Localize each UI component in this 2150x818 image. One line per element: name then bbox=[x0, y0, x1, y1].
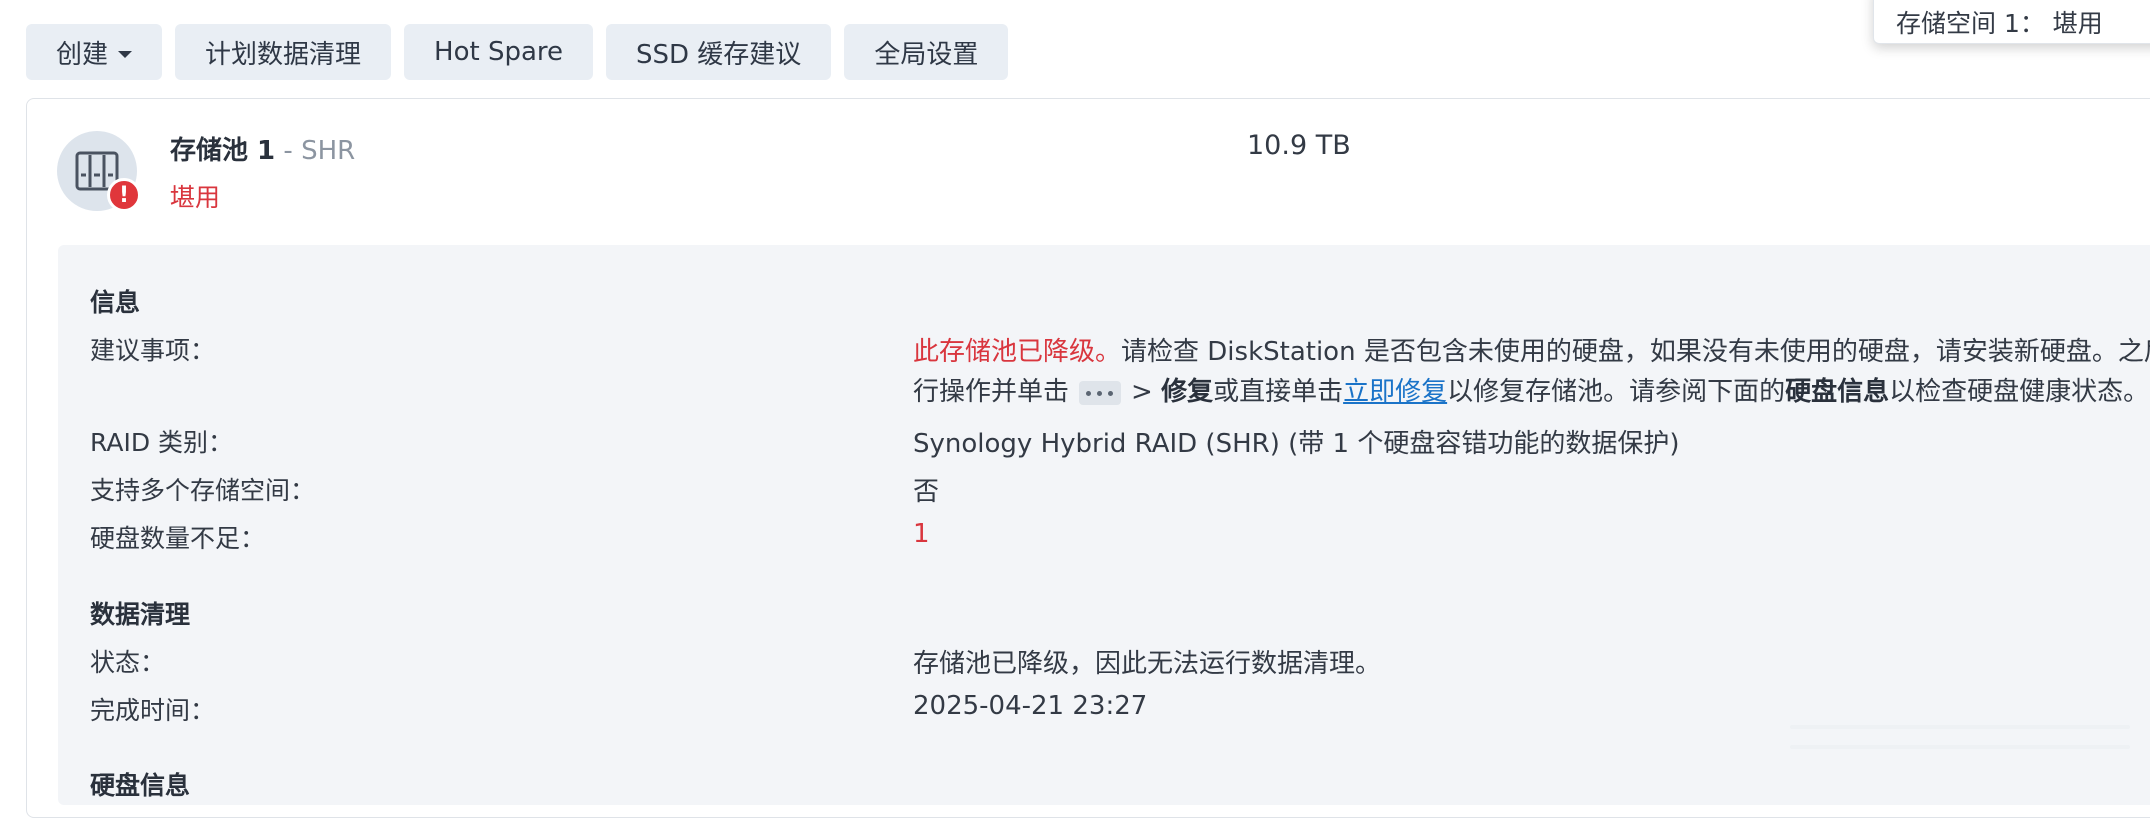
suggestion-text-2c: 以修复存储池。请参阅下面的 bbox=[1447, 377, 1786, 407]
suggestion-text-2a: 行操作并单击 bbox=[913, 377, 1070, 407]
disk-info-heading: 硬盘信息 bbox=[90, 771, 191, 800]
suggestion-line-1: 此存储池已降级。请检查 DiskStation 是否包含未使用的硬盘，如果没有未… bbox=[913, 331, 2150, 368]
pool-title: 存储池 1 - SHR bbox=[170, 130, 355, 167]
scrub-completed-value: 2025-04-21 23:27 bbox=[913, 691, 1148, 721]
toolbar: 创建 计划数据清理 Hot Spare SSD 缓存建议 全局设置 bbox=[26, 24, 1009, 80]
disk-info-ref: 硬盘信息 bbox=[1785, 377, 1890, 407]
suggestion-line-2: 行操作并单击 > 修复或直接单击立即修复以修复存储池。请参阅下面的硬盘信息以检查硬… bbox=[913, 371, 2149, 408]
pool-name: 存储池 1 bbox=[170, 136, 276, 166]
suggestion-label: 建议事项： bbox=[90, 336, 216, 365]
raid-type-label: RAID 类别： bbox=[90, 428, 234, 457]
divider bbox=[1790, 745, 2130, 749]
exclamation-icon: ! bbox=[107, 178, 141, 212]
multi-volume-value: 否 bbox=[913, 477, 940, 507]
suggestion-text-2d: 以检查硬盘健康状态。 bbox=[1889, 377, 2150, 407]
ssd-cache-advice-button[interactable]: SSD 缓存建议 bbox=[606, 24, 832, 80]
repair-text: 修复 bbox=[1161, 377, 1214, 407]
pool-type: SHR bbox=[301, 136, 356, 166]
raid-type-value: Synology Hybrid RAID (SHR) (带 1 个硬盘容错功能的… bbox=[913, 429, 1680, 459]
info-heading: 信息 bbox=[90, 288, 141, 317]
tooltip-text: 存储空间 1： 堪用 bbox=[1896, 9, 2103, 38]
create-button[interactable]: 创建 bbox=[26, 24, 163, 80]
scrub-status-value: 存储池已降级，因此无法运行数据清理。 bbox=[913, 649, 1382, 679]
pool-details-panel bbox=[58, 245, 2150, 805]
repair-now-link[interactable]: 立即修复 bbox=[1343, 377, 1447, 407]
hot-spare-button[interactable]: Hot Spare bbox=[404, 24, 594, 80]
schedule-scrub-button[interactable]: 计划数据清理 bbox=[175, 24, 392, 80]
degraded-warning: 此存储池已降级。 bbox=[913, 337, 1122, 367]
suggestion-gt: > bbox=[1131, 377, 1162, 407]
suggestion-text-1: 请检查 DiskStation 是否包含未使用的硬盘，如果没有未使用的硬盘，请安… bbox=[1121, 337, 2150, 367]
scrub-completed-label: 完成时间： bbox=[90, 696, 216, 725]
suggestion-text-2b: 或直接单击 bbox=[1213, 377, 1344, 407]
create-button-label: 创建 bbox=[56, 39, 109, 70]
scrub-status-label: 状态： bbox=[90, 648, 166, 677]
pool-name-separator: - bbox=[275, 136, 302, 166]
more-options-icon bbox=[1079, 380, 1122, 405]
caret-down-icon bbox=[118, 50, 133, 58]
insufficient-disks-label: 硬盘数量不足： bbox=[90, 524, 266, 553]
insufficient-disks-value: 1 bbox=[913, 519, 930, 549]
pool-status: 堪用 bbox=[170, 183, 221, 212]
global-settings-button[interactable]: 全局设置 bbox=[844, 24, 1009, 80]
scrub-heading: 数据清理 bbox=[90, 600, 191, 629]
divider bbox=[1790, 725, 2130, 729]
volume-status-tooltip: 存储空间 1： 堪用 bbox=[1873, 0, 2150, 44]
multi-volume-label: 支持多个存储空间： bbox=[90, 476, 316, 505]
pool-size: 10.9 TB bbox=[1247, 130, 1351, 161]
